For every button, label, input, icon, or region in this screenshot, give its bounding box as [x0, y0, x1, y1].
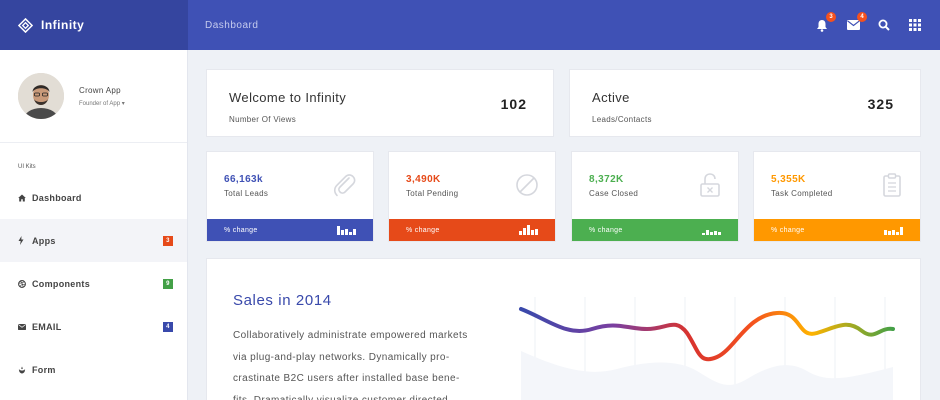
- sales-title: Sales in 2014: [233, 292, 332, 309]
- profile-role-dropdown[interactable]: Founder of App ▾: [79, 100, 125, 107]
- stat-value: 5,355K: [771, 174, 806, 185]
- dribbble-icon: [18, 279, 27, 288]
- top-icon-group: 3 4: [815, 0, 922, 50]
- clipboard-icon: [883, 173, 901, 197]
- profile: Crown App Founder of App ▾: [0, 50, 187, 143]
- stat-change-bar: % change: [572, 219, 738, 241]
- stat-card-case-closed: 8,372K Case Closed % change: [571, 151, 739, 242]
- profile-role: Founder of App: [79, 100, 121, 107]
- top-navbar: Infinity Dashboard 3 4: [0, 0, 940, 50]
- sales-description: Collaboratively administrate empowered m…: [233, 325, 493, 400]
- sidebar-item-email[interactable]: EMAIL 4: [0, 305, 187, 348]
- messages-button[interactable]: 4: [846, 12, 867, 32]
- stat-change-bar: % change: [754, 219, 920, 241]
- sidebar-item-form[interactable]: Form: [0, 348, 187, 391]
- stat-card-task-completed: 5,355K Task Completed % change: [753, 151, 921, 242]
- stat-value: 3,490K: [406, 174, 441, 185]
- change-label: % change: [406, 226, 440, 234]
- mini-bar-chart-icon: [337, 225, 356, 235]
- diamond-logo-icon: [18, 17, 33, 33]
- stat-card-total-leads: 66,163k Total Leads % change: [206, 151, 374, 242]
- bolt-icon: [18, 236, 27, 245]
- grid-icon: [909, 19, 921, 31]
- search-button[interactable]: [877, 18, 891, 32]
- sidebar-item-label: Form: [32, 364, 56, 375]
- active-title: Active: [592, 90, 630, 105]
- search-icon: [878, 19, 890, 31]
- mini-bar-chart-icon: [884, 225, 903, 235]
- sales-text-line: fits. Dramatically visualize customer di…: [233, 394, 449, 400]
- sidebar-item-label: EMAIL: [32, 321, 62, 332]
- change-label: % change: [224, 226, 258, 234]
- stat-value: 66,163k: [224, 174, 263, 185]
- change-label: % change: [771, 226, 805, 234]
- home-icon: [18, 194, 27, 202]
- active-card: Active Leads/Contacts 325: [569, 69, 921, 137]
- stat-label: Total Pending: [406, 189, 459, 198]
- paperclip-icon: [333, 174, 356, 197]
- stat-label: Case Closed: [589, 189, 639, 198]
- stat-label: Total Leads: [224, 189, 269, 198]
- sidebar-item-label: Dashboard: [32, 192, 82, 203]
- notifications-badge: 3: [826, 12, 836, 22]
- avatar-image: [18, 73, 64, 119]
- apps-count-badge: 3: [163, 235, 173, 246]
- stat-value: 8,372K: [589, 174, 624, 185]
- stat-change-bar: % change: [207, 219, 373, 241]
- sales-text-line: via plug-and-play networks. Dynamically …: [233, 351, 450, 363]
- stat-change-bar: % change: [389, 219, 555, 241]
- unlock-icon: [700, 173, 720, 197]
- sales-wave-chart: [519, 297, 895, 400]
- apps-grid-button[interactable]: [908, 18, 922, 32]
- caret-down-icon: ▾: [121, 100, 125, 107]
- components-count-badge: 9: [163, 278, 173, 289]
- profile-name: Crown App: [79, 85, 121, 95]
- mini-bar-chart-icon: [702, 225, 721, 235]
- sidebar-item-dashboard[interactable]: Dashboard: [0, 176, 187, 219]
- profile-info: Crown App Founder of App ▾: [79, 86, 125, 107]
- bell-icon: [817, 19, 827, 32]
- ban-icon: [516, 174, 538, 196]
- leads-contacts-label: Leads/Contacts: [592, 115, 652, 124]
- sales-panel: Sales in 2014 Collaboratively administra…: [206, 258, 921, 400]
- mini-bar-chart-icon: [519, 225, 538, 235]
- leads-contacts-value: 325: [867, 96, 894, 112]
- sidebar: Crown App Founder of App ▾ UI Kits Dashb…: [0, 50, 188, 400]
- brand[interactable]: Infinity: [0, 0, 188, 50]
- sidebar-item-label: Components: [32, 278, 90, 289]
- section-label: UI Kits: [18, 164, 36, 170]
- messages-badge: 4: [857, 12, 867, 22]
- sidebar-item-label: Apps: [32, 235, 56, 246]
- brand-name: Infinity: [41, 18, 85, 32]
- change-label: % change: [589, 226, 623, 234]
- views-label: Number Of Views: [229, 115, 297, 124]
- envelope-icon: [846, 20, 860, 30]
- email-count-badge: 4: [163, 321, 173, 332]
- rebel-icon: [18, 366, 27, 374]
- sales-text-line: crastinate B2C users after installed bas…: [233, 373, 460, 384]
- envelope-icon: [18, 323, 27, 330]
- sidebar-item-apps[interactable]: Apps 3: [0, 219, 187, 262]
- sidebar-item-components[interactable]: Components 9: [0, 262, 187, 305]
- notifications-button[interactable]: 3: [815, 12, 836, 32]
- breadcrumb[interactable]: Dashboard: [205, 20, 258, 31]
- sales-text-line: Collaboratively administrate empowered m…: [233, 330, 468, 341]
- welcome-title: Welcome to Infinity: [229, 90, 347, 105]
- sales-line: [519, 307, 895, 362]
- avatar[interactable]: [18, 73, 64, 119]
- welcome-card: Welcome to Infinity Number Of Views 102: [206, 69, 554, 137]
- views-value: 102: [500, 96, 527, 112]
- stat-card-total-pending: 3,490K Total Pending % change: [388, 151, 556, 242]
- stat-label: Task Completed: [771, 189, 833, 198]
